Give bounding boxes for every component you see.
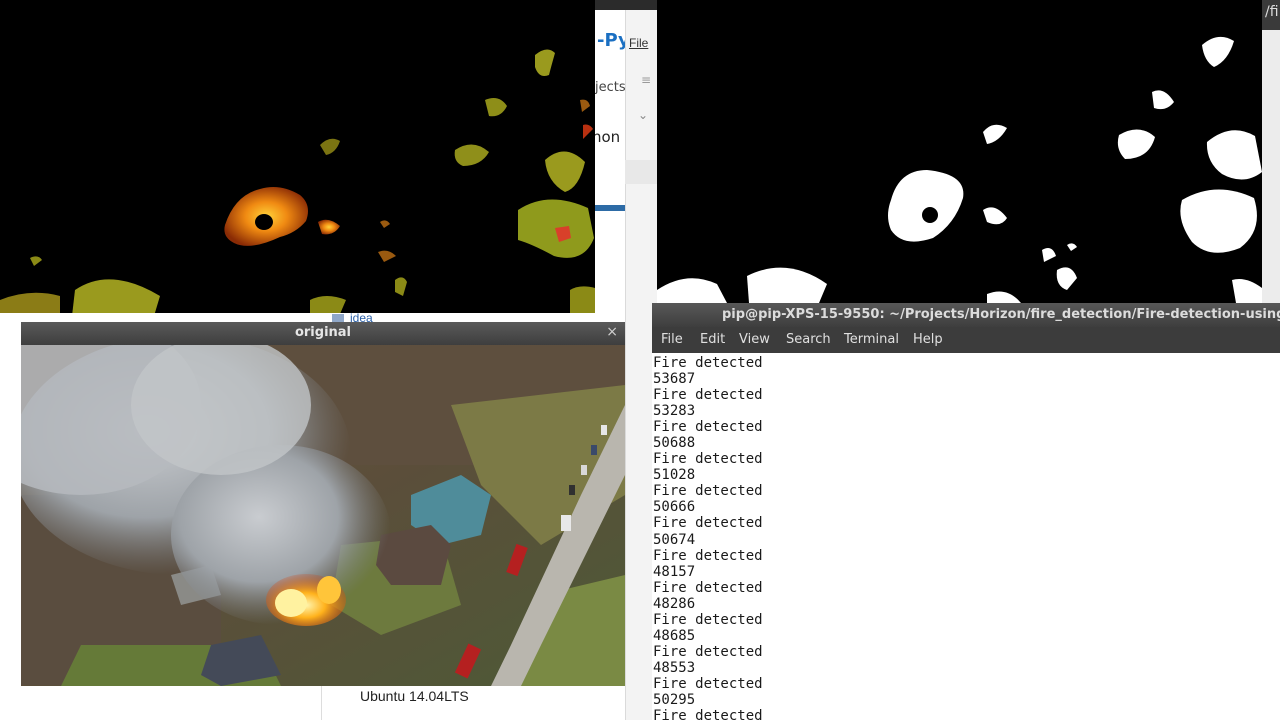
menu-icon[interactable]: ≡ [641,73,651,87]
terminal-title: pip@pip-XPS-15-9550: ~/Projects/Horizon/… [722,307,1280,322]
terminal-line: 50666 [653,499,696,516]
tab-underline [595,205,627,211]
terminal-line: Fire detected [653,483,763,500]
browser-topbar [595,0,657,10]
menu-file[interactable]: File [661,332,683,347]
terminal-line: 53283 [653,403,696,420]
os-version-text: Ubuntu 14.04LTS [360,688,469,704]
fire-mask-image [0,49,595,313]
terminal-line: Fire detected [653,387,763,404]
terminal-line: 50295 [653,691,696,708]
terminal-line: Fire detected [653,547,763,564]
fire-mask-window [0,0,595,313]
terminal-line: Fire detected [653,579,763,596]
terminal-line: 53687 [653,371,696,388]
binary-mask-window [657,0,1262,303]
background-window-edge: /fi [1262,0,1280,303]
terminal-line: Fire detected [653,611,763,628]
aerial-fire-photo [21,345,625,686]
terminal-line: 48157 [653,563,696,580]
terminal-menubar: File Edit View Search Terminal Help [652,327,1280,353]
panel-separator [625,160,657,184]
chevron-down-icon[interactable]: ⌄ [638,108,648,122]
terminal-line: Fire detected [653,643,763,660]
terminal-window: pip@pip-XPS-15-9550: ~/Projects/Horizon/… [652,303,1280,720]
original-window: original × [21,322,625,686]
terminal-line: 48286 [653,595,696,612]
close-icon[interactable]: × [606,324,618,340]
binary-mask-image [657,36,1262,303]
browser-footer-area: Ubuntu 14.04LTS [0,686,625,720]
terminal-line: 48553 [653,659,696,676]
menu-terminal[interactable]: Terminal [844,332,899,347]
menu-search[interactable]: Search [786,332,831,347]
terminal-line: 50674 [653,531,696,548]
nav-projects-link[interactable]: jects [595,80,626,95]
divider [321,686,322,720]
menu-view[interactable]: View [739,332,770,347]
terminal-output[interactable]: Fire detected 53687 Fire detected 53283 Fire… [652,353,1280,720]
terminal-line: Fire detected [653,675,763,692]
terminal-line: Fire detected [653,515,763,532]
menu-edit[interactable]: Edit [700,332,725,347]
terminal-line: Fire detected [653,419,763,436]
background-window-title: /fi [1262,0,1280,30]
terminal-line: 51028 [653,467,696,484]
terminal-line: Fire detected [653,708,763,720]
terminal-line: Fire detected [653,451,763,468]
window-title: original [294,325,352,340]
original-titlebar[interactable]: original × [21,322,625,345]
terminal-line: Fire detected [653,355,763,371]
terminal-titlebar[interactable]: pip@pip-XPS-15-9550: ~/Projects/Horizon/… [652,303,1280,327]
terminal-line: 50688 [653,435,696,452]
menu-help[interactable]: Help [913,332,943,347]
editor-file-menu[interactable]: File [629,36,648,50]
terminal-lines: Fire detected 53687 Fire detected 53283 Fire… [652,353,1280,720]
terminal-line: 48685 [653,627,696,644]
